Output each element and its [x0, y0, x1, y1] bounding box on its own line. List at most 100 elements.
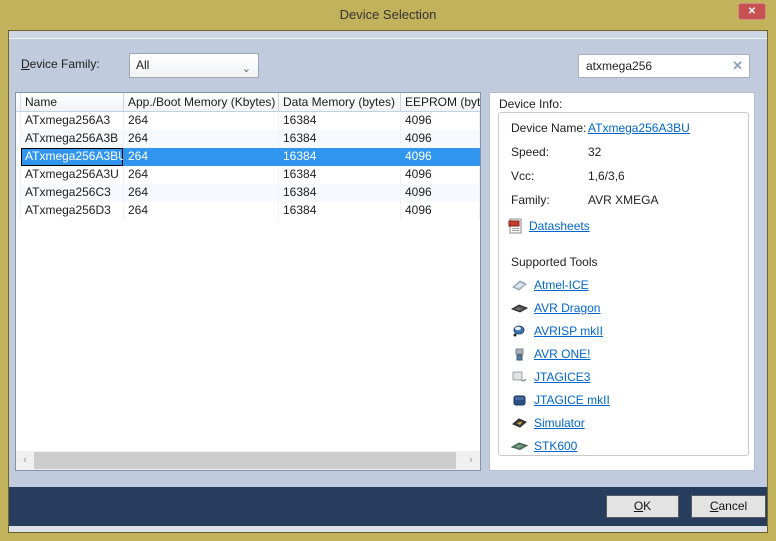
data-memory-cell: 16384: [279, 130, 401, 148]
tool-item: JTAGICE3: [511, 365, 748, 388]
tool-item: AVR ONE!: [511, 342, 748, 365]
device-selection-dialog: Device Family: All ⌄ ✕ Name App./Boot Me…: [8, 30, 768, 533]
chevron-down-icon: ⌄: [242, 58, 251, 81]
vcc-value: 1,6/3,6: [588, 169, 625, 183]
info-field-speed: Speed: 32: [511, 145, 748, 159]
device-name-label: Device Name:: [511, 121, 588, 135]
device-search-box: ✕: [578, 54, 750, 78]
device-name-cell: ATxmega256C3: [21, 184, 124, 202]
column-header-eeprom[interactable]: EEPROM (bytes): [401, 93, 480, 111]
family-label: Family:: [511, 193, 588, 207]
tool-link[interactable]: AVR ONE!: [534, 347, 590, 361]
window-title: Device Selection: [0, 7, 776, 22]
jtagice-mkii-icon: [511, 393, 528, 407]
table-row[interactable]: ATxmega256C3 264 16384 4096: [16, 184, 480, 202]
close-button[interactable]: ✕: [738, 3, 766, 20]
tool-link[interactable]: AVR Dragon: [534, 301, 600, 315]
device-family-label: Device Family:: [21, 57, 100, 71]
app-boot-memory-cell: 264: [124, 202, 279, 220]
vcc-label: Vcc:: [511, 169, 588, 183]
speed-value: 32: [588, 145, 601, 159]
tool-item: AVRISP mkII: [511, 319, 748, 342]
device-name-cell: ATxmega256A3B: [21, 130, 124, 148]
supported-tools-title: Supported Tools: [511, 255, 748, 269]
device-name-cell: ATxmega256A3U: [21, 166, 124, 184]
device-name-link[interactable]: ATxmega256A3BU: [588, 121, 690, 135]
tool-item: AVR Dragon: [511, 296, 748, 319]
cancel-button-label: Cancel: [710, 496, 747, 517]
info-field-family: Family: AVR XMEGA: [511, 193, 748, 207]
tool-item: Simulator: [511, 411, 748, 434]
close-icon: ✕: [748, 6, 756, 17]
speed-label: Speed:: [511, 145, 588, 159]
tool-item: STK600: [511, 434, 748, 456]
data-memory-cell: 16384: [279, 148, 401, 166]
column-header-app-boot-memory[interactable]: App./Boot Memory (Kbytes): [124, 93, 279, 111]
avrisp-mkii-icon: [511, 324, 528, 338]
data-memory-cell: 16384: [279, 166, 401, 184]
eeprom-cell: 4096: [401, 202, 480, 220]
eeprom-cell: 4096: [401, 148, 480, 166]
footer-bottom-strip: [9, 526, 767, 532]
horizontal-scrollbar[interactable]: ‹ ›: [16, 451, 480, 470]
device-name-cell: ATxmega256A3BU: [21, 148, 124, 166]
table-header-row: Name App./Boot Memory (Kbytes) Data Memo…: [16, 93, 480, 112]
dialog-top-highlight: [9, 31, 767, 39]
clear-search-icon[interactable]: ✕: [732, 58, 743, 74]
cancel-button[interactable]: Cancel: [691, 495, 766, 518]
device-info-title: Device Info:: [499, 97, 562, 111]
data-memory-cell: 16384: [279, 112, 401, 130]
tool-item: Atmel-ICE: [511, 273, 748, 296]
search-input[interactable]: [579, 55, 727, 77]
column-header-data-memory[interactable]: Data Memory (bytes): [279, 93, 401, 111]
app-boot-memory-cell: 264: [124, 184, 279, 202]
app-boot-memory-cell: 264: [124, 112, 279, 130]
pdf-icon: [508, 218, 523, 234]
device-info-box: Device Name: ATxmega256A3BU Speed: 32 Vc…: [498, 112, 749, 456]
avr-dragon-icon: [511, 301, 528, 315]
table-row[interactable]: ATxmega256A3 264 16384 4096: [16, 112, 480, 130]
info-field-vcc: Vcc: 1,6/3,6: [511, 169, 748, 183]
atmel-ice-icon: [511, 278, 528, 292]
jtagice3-icon: [511, 370, 528, 384]
table-row[interactable]: ATxmega256A3U 264 16384 4096: [16, 166, 480, 184]
eeprom-cell: 4096: [401, 166, 480, 184]
table-row-selected[interactable]: ATxmega256A3BU 264 16384 4096: [16, 148, 480, 166]
device-info-panel: Device Info: Device Name: ATxmega256A3BU…: [489, 92, 755, 471]
tool-link[interactable]: AVRISP mkII: [534, 324, 603, 338]
app-boot-memory-cell: 264: [124, 166, 279, 184]
datasheets-link[interactable]: Datasheets: [529, 219, 590, 233]
device-table: Name App./Boot Memory (Kbytes) Data Memo…: [15, 92, 481, 471]
family-value: AVR XMEGA: [588, 193, 658, 207]
data-memory-cell: 16384: [279, 184, 401, 202]
ok-button-label: OK: [634, 496, 651, 517]
tool-link[interactable]: Atmel-ICE: [534, 278, 589, 292]
app-boot-memory-cell: 264: [124, 148, 279, 166]
app-boot-memory-cell: 264: [124, 130, 279, 148]
ok-button[interactable]: OK: [606, 495, 679, 518]
info-field-device-name: Device Name: ATxmega256A3BU: [511, 121, 748, 135]
device-family-dropdown[interactable]: All ⌄: [129, 53, 259, 78]
table-row[interactable]: ATxmega256D3 264 16384 4096: [16, 202, 480, 220]
device-name-cell: ATxmega256D3: [21, 202, 124, 220]
eeprom-cell: 4096: [401, 130, 480, 148]
titlebar: Device Selection ✕: [0, 0, 776, 30]
avr-one-icon: [511, 347, 528, 361]
scrollbar-thumb[interactable]: [34, 452, 456, 469]
tool-link[interactable]: STK600: [534, 439, 577, 453]
device-name-cell: ATxmega256A3: [21, 112, 124, 130]
dialog-footer: OK Cancel: [9, 487, 767, 526]
column-header-name[interactable]: Name: [21, 93, 124, 111]
table-row[interactable]: ATxmega256A3B 264 16384 4096: [16, 130, 480, 148]
stk600-icon: [511, 439, 528, 453]
tool-link[interactable]: JTAGICE mkII: [534, 393, 610, 407]
datasheets-row: Datasheets: [508, 217, 748, 235]
tool-item: JTAGICE mkII: [511, 388, 748, 411]
scroll-left-icon[interactable]: ‹: [16, 451, 34, 470]
tool-link[interactable]: Simulator: [534, 416, 585, 430]
simulator-icon: [511, 416, 528, 430]
scroll-right-icon[interactable]: ›: [462, 451, 480, 470]
eeprom-cell: 4096: [401, 112, 480, 130]
tool-link[interactable]: JTAGICE3: [534, 370, 590, 384]
data-memory-cell: 16384: [279, 202, 401, 220]
